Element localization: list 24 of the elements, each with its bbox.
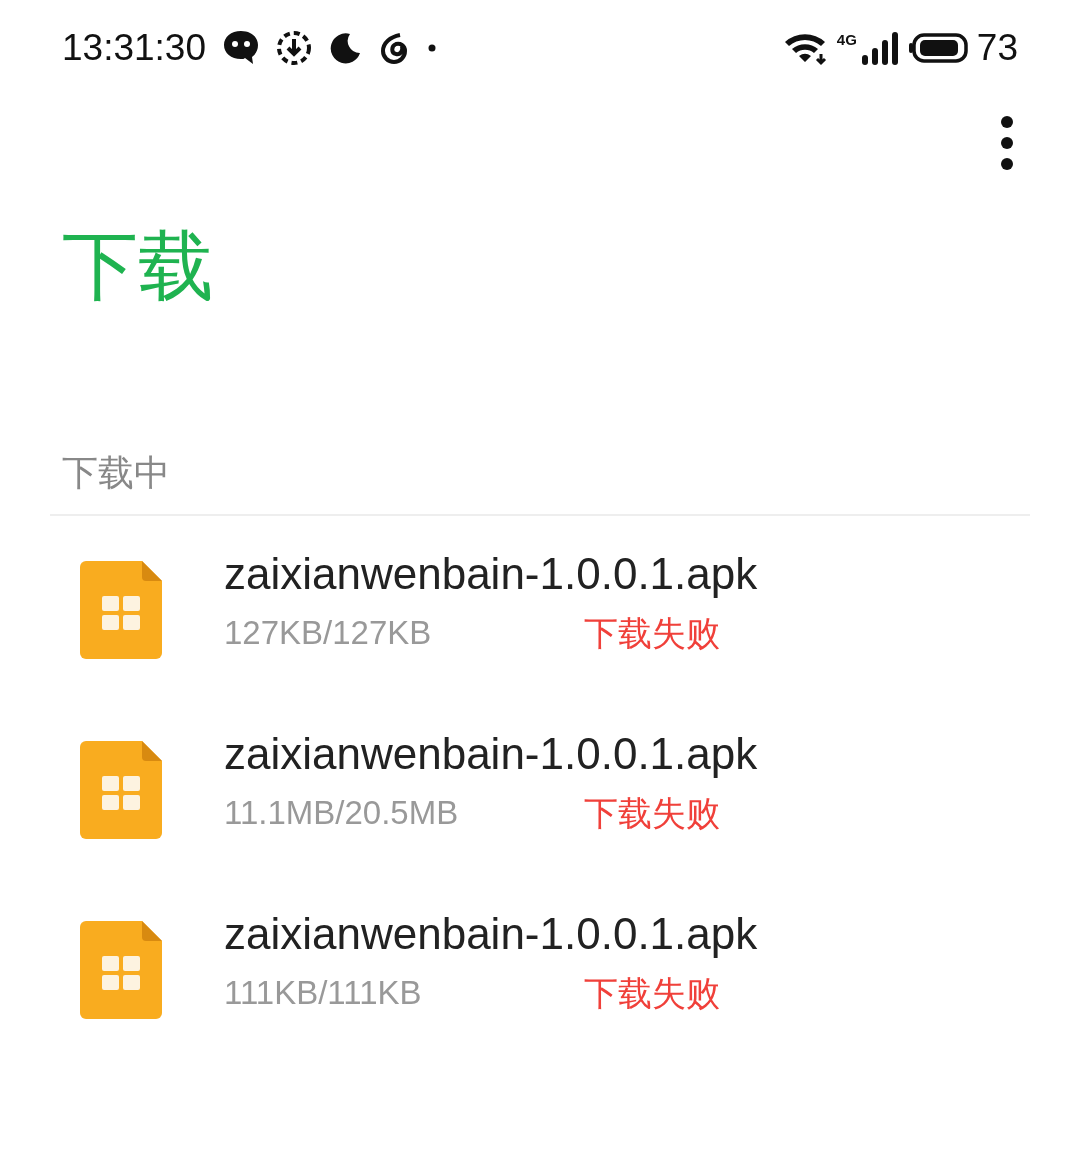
file-size: 11.1MB/20.5MB xyxy=(224,792,460,833)
page-title: 下载 xyxy=(61,222,215,310)
network-label: 4G xyxy=(836,32,857,47)
moon-icon xyxy=(328,30,363,65)
file-name: zaixianwenbain-1.0.0.1.apk xyxy=(224,909,758,960)
more-menu-icon[interactable] xyxy=(1000,114,1014,171)
file-size: 111KB/111KB xyxy=(224,972,423,1013)
file-icon xyxy=(80,561,162,660)
file-icon xyxy=(80,741,162,840)
file-name: zaixianwenbain-1.0.0.1.apk xyxy=(224,729,758,780)
signal-icon xyxy=(860,30,901,65)
download-status: 下载失败 xyxy=(584,972,720,1014)
download-icon xyxy=(276,29,313,66)
file-size: 127KB/127KB xyxy=(224,612,433,653)
chat-bubble-icon xyxy=(222,28,261,67)
battery-icon xyxy=(908,31,969,64)
dot-icon xyxy=(428,43,437,52)
download-status: 下载失败 xyxy=(584,792,720,834)
section-header: 下载中 xyxy=(61,451,171,495)
clock-time: 13:31:30 xyxy=(62,25,207,70)
download-status: 下载失败 xyxy=(584,612,720,654)
file-icon xyxy=(80,921,162,1020)
file-name: zaixianwenbain-1.0.0.1.apk xyxy=(224,549,758,600)
battery-level: 73 xyxy=(976,25,1018,70)
